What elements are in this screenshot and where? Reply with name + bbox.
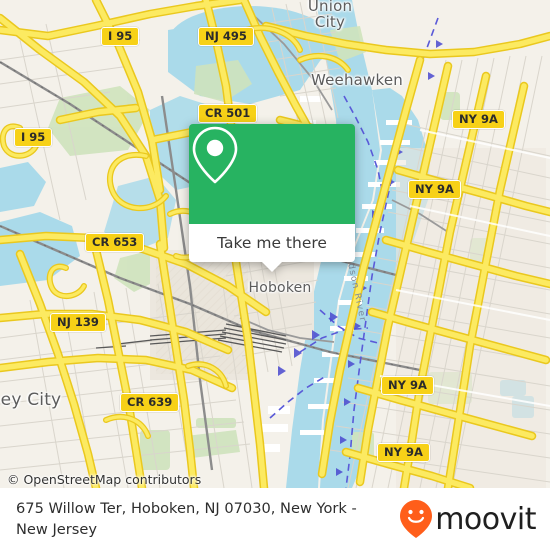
callout-action-area[interactable]: Take me there	[189, 224, 355, 272]
callout-pin-area	[189, 124, 355, 224]
shield-cr639[interactable]: CR 639	[120, 393, 180, 412]
map-canvas[interactable]: Union City Weehawken Hoboken ey City Hud…	[0, 0, 550, 488]
shield-cr653[interactable]: CR 653	[85, 233, 145, 252]
moovit-brand[interactable]: moovit	[399, 499, 536, 539]
moovit-wordmark: moovit	[435, 501, 536, 537]
shield-ny9a-3[interactable]: NY 9A	[381, 376, 434, 395]
osm-attribution[interactable]: © OpenStreetMap contributors	[7, 472, 201, 487]
shield-i95-left[interactable]: I 95	[14, 128, 53, 147]
footer-bar: 675 Willow Ter, Hoboken, NJ 07030, New Y…	[0, 488, 550, 550]
destination-callout-card[interactable]: Take me there	[189, 124, 355, 272]
callout-tail-pointer	[261, 261, 283, 272]
moovit-map-screen: Union City Weehawken Hoboken ey City Hud…	[0, 0, 550, 550]
shield-ny9a-4[interactable]: NY 9A	[377, 443, 430, 462]
location-pin-icon	[192, 126, 238, 184]
shield-ny9a-2[interactable]: NY 9A	[408, 180, 461, 199]
shield-cr501[interactable]: CR 501	[198, 104, 258, 123]
take-me-there-button[interactable]: Take me there	[217, 234, 327, 252]
shield-nj495[interactable]: NJ 495	[198, 27, 254, 46]
moovit-smiley-pin-icon	[400, 500, 433, 538]
address-text: 675 Willow Ter, Hoboken, NJ 07030, New Y…	[16, 500, 357, 538]
shield-nj139[interactable]: NJ 139	[50, 313, 106, 332]
shield-ny9a-1[interactable]: NY 9A	[452, 110, 505, 129]
shield-i95-top[interactable]: I 95	[101, 27, 140, 46]
